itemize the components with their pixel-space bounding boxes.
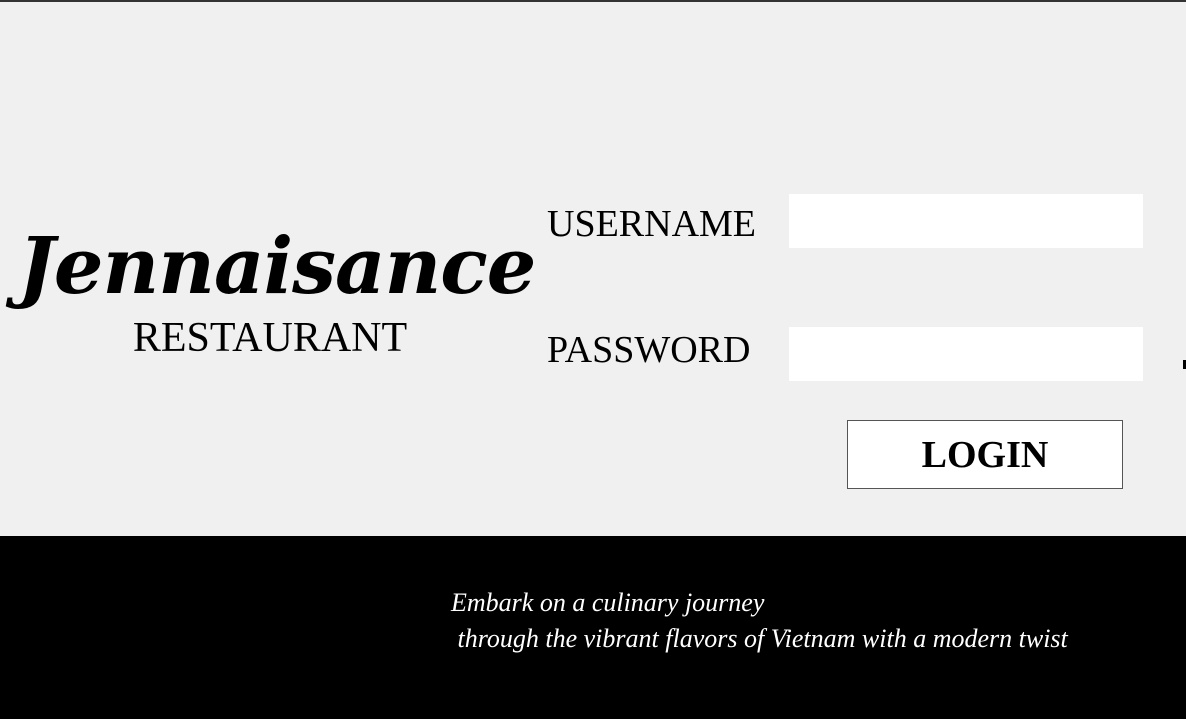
brand-logo-name: Jennaisance (18, 221, 536, 312)
tagline-line-2: through the vibrant flavors of Vietnam w… (451, 624, 1068, 653)
password-input[interactable] (789, 327, 1143, 381)
login-button[interactable]: LOGIN (847, 420, 1123, 489)
username-label: USERNAME (547, 203, 757, 245)
brand-subtitle: RESTAURANT (132, 315, 408, 361)
tagline-line-1: Embark on a culinary journey (451, 588, 765, 617)
password-label: PASSWORD (547, 329, 751, 371)
username-input[interactable] (789, 194, 1143, 248)
